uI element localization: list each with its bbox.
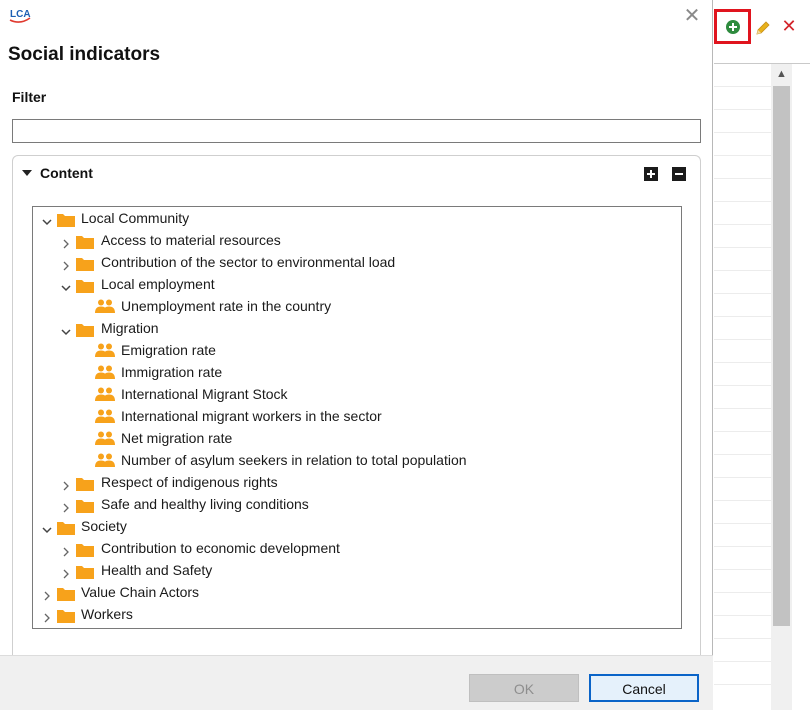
tree-folder-row[interactable]: Contribution to economic development	[33, 537, 679, 559]
indicator-tree[interactable]: Local Community Access to material resour…	[32, 206, 682, 629]
tree-item-label: Contribution of the sector to environmen…	[101, 254, 396, 270]
tree-item-label: Net migration rate	[121, 430, 233, 446]
dialog-footer: OK Cancel	[0, 656, 713, 710]
folder-icon	[57, 519, 75, 535]
chevron-right-icon[interactable]	[41, 586, 53, 601]
chevron-right-icon[interactable]	[60, 542, 72, 557]
tree-folder-row[interactable]: Workers	[33, 603, 679, 625]
folder-icon	[76, 321, 94, 337]
delete-icon[interactable]: ✕	[780, 17, 798, 35]
tree-folder-row[interactable]: Value Chain Actors	[33, 581, 679, 603]
chevron-down-icon[interactable]	[41, 212, 53, 226]
chevron-right-icon[interactable]	[60, 234, 72, 249]
social-indicator-icon	[95, 342, 115, 358]
social-indicator-icon	[95, 298, 115, 314]
tree-folder-row[interactable]: Society	[33, 515, 679, 537]
tree-indicator-row[interactable]: Emigration rate	[33, 339, 679, 361]
scroll-thumb[interactable]	[773, 86, 790, 626]
editor-toolbar: ✕	[714, 0, 810, 60]
chevron-right-icon[interactable]	[60, 256, 72, 271]
tree-item-label: Migration	[101, 320, 159, 336]
folder-icon	[76, 233, 94, 249]
tree-item-label: Safe and healthy living conditions	[101, 496, 309, 512]
expand-all-icon[interactable]	[644, 167, 658, 181]
chevron-down-icon[interactable]	[21, 166, 33, 178]
folder-icon	[76, 277, 94, 293]
chevron-right-icon[interactable]	[60, 564, 72, 579]
scroll-up-arrow-icon[interactable]: ▲	[771, 64, 792, 84]
dialog-title: Social indicators	[8, 44, 161, 65]
svg-text:LCA: LCA	[10, 9, 31, 20]
tree-item-label: Respect of indigenous rights	[101, 474, 278, 490]
tree-indicator-row[interactable]: Net migration rate	[33, 427, 679, 449]
tree-item-label: Health and Safety	[101, 562, 213, 578]
tree-folder-row[interactable]: Local Community	[33, 207, 679, 229]
editor-table	[714, 63, 810, 711]
tree-indicator-row[interactable]: Immigration rate	[33, 361, 679, 383]
folder-icon	[76, 255, 94, 271]
chevron-right-icon[interactable]	[41, 608, 53, 623]
tree-item-label: International Migrant Stock	[121, 386, 288, 402]
tree-item-label: International migrant workers in the sec…	[121, 408, 382, 424]
social-indicator-icon	[95, 386, 115, 402]
folder-icon	[57, 585, 75, 601]
add-icon[interactable]	[725, 19, 741, 35]
content-label[interactable]: Content	[40, 165, 93, 181]
tree-item-label: Local Community	[81, 210, 190, 226]
tree-item-label: Immigration rate	[121, 364, 223, 380]
social-indicator-icon	[95, 408, 115, 424]
tree-indicator-row[interactable]: International Migrant Stock	[33, 383, 679, 405]
tree-item-label: Value Chain Actors	[81, 584, 200, 600]
social-indicator-icon	[95, 452, 115, 468]
tree-item-label: Access to material resources	[101, 232, 281, 248]
tree-item-label: Society	[81, 518, 127, 534]
chevron-down-icon[interactable]	[60, 278, 72, 292]
tree-item-label: Emigration rate	[121, 342, 216, 358]
filter-input[interactable]	[12, 119, 701, 143]
chevron-down-icon[interactable]	[41, 520, 53, 534]
social-indicators-dialog: LCA ✕ Social indicators Filter Content L…	[0, 0, 713, 710]
folder-icon	[76, 541, 94, 557]
tree-folder-row[interactable]: Safe and healthy living conditions	[33, 493, 679, 515]
tree-item-label: Contribution to economic development	[101, 540, 340, 556]
folder-icon	[57, 607, 75, 623]
tree-item-label: Local employment	[101, 276, 215, 292]
folder-icon	[57, 211, 75, 227]
tree-folder-row[interactable]: Migration	[33, 317, 679, 339]
tree-indicator-row[interactable]: International migrant workers in the sec…	[33, 405, 679, 427]
chevron-right-icon[interactable]	[60, 476, 72, 491]
folder-icon	[76, 475, 94, 491]
tree-folder-row[interactable]: Contribution of the sector to environmen…	[33, 251, 679, 273]
tree-indicator-row[interactable]: Number of asylum seekers in relation to …	[33, 449, 679, 471]
filter-label: Filter	[12, 89, 47, 105]
tree-indicator-row[interactable]: Unemployment rate in the country	[33, 295, 679, 317]
edit-icon[interactable]	[754, 19, 772, 37]
folder-icon	[76, 563, 94, 579]
tree-item-label: Unemployment rate in the country	[121, 298, 332, 314]
chevron-down-icon[interactable]	[60, 322, 72, 336]
collapse-all-icon[interactable]	[672, 167, 686, 181]
social-indicator-icon	[95, 430, 115, 446]
chevron-right-icon[interactable]	[60, 498, 72, 513]
openlca-logo-icon: LCA	[9, 6, 31, 24]
tree-item-label: Workers	[81, 606, 133, 622]
tree-folder-row[interactable]: Health and Safety	[33, 559, 679, 581]
tree-folder-row[interactable]: Local employment	[33, 273, 679, 295]
close-icon[interactable]: ✕	[682, 6, 702, 26]
folder-icon	[76, 497, 94, 513]
ok-button[interactable]: OK	[469, 674, 579, 702]
background-editor: ✕ ▲	[714, 0, 810, 710]
editor-scrollbar[interactable]: ▲	[771, 64, 792, 710]
tree-item-label: Number of asylum seekers in relation to …	[121, 452, 467, 468]
tree-folder-row[interactable]: Respect of indigenous rights	[33, 471, 679, 493]
tree-folder-row[interactable]: Access to material resources	[33, 229, 679, 251]
cancel-button[interactable]: Cancel	[589, 674, 699, 702]
social-indicator-icon	[95, 364, 115, 380]
